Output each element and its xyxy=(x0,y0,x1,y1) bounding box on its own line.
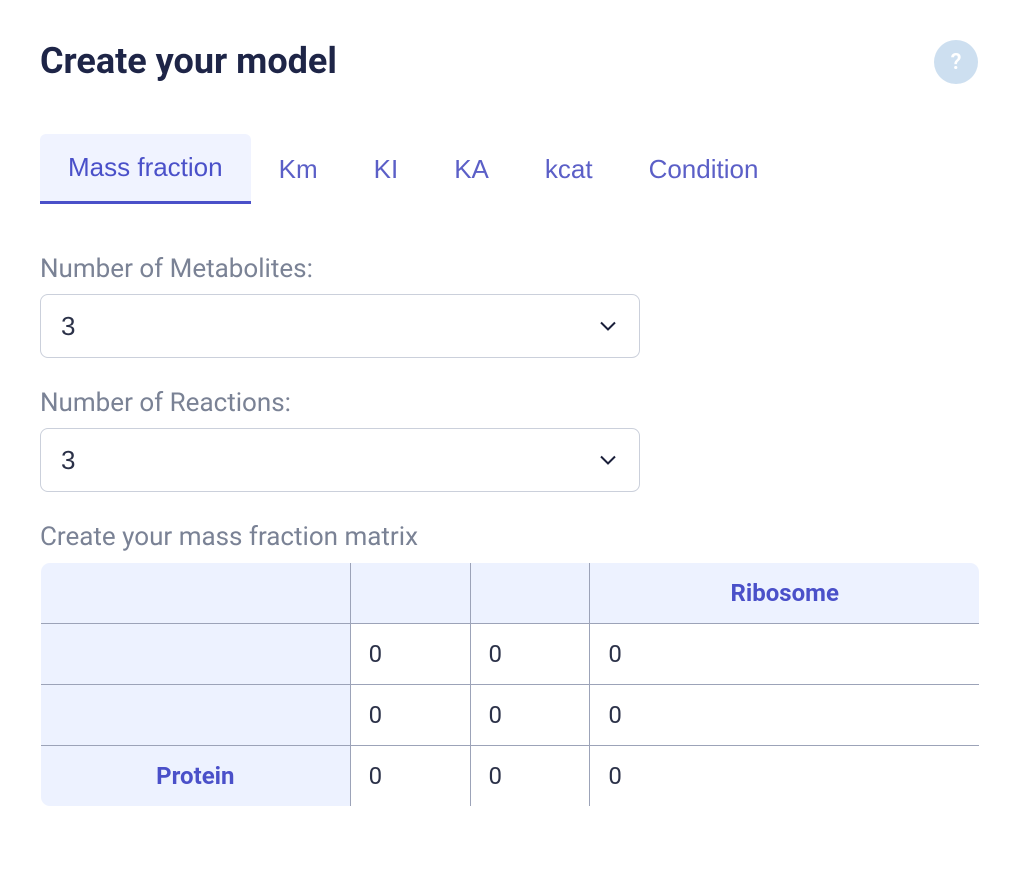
metabolites-select[interactable]: 3 xyxy=(40,294,640,358)
page-title: Create your model xyxy=(40,40,337,82)
row-header-0 xyxy=(41,624,351,685)
tab-condition[interactable]: Condition xyxy=(621,134,787,204)
cell[interactable]: 0 xyxy=(590,685,980,746)
cell[interactable]: 0 xyxy=(590,746,980,807)
cell[interactable]: 0 xyxy=(470,685,590,746)
help-icon[interactable]: ? xyxy=(934,40,978,84)
reactions-label: Number of Reactions: xyxy=(40,388,978,418)
cell[interactable]: 0 xyxy=(350,746,470,807)
cell[interactable]: 0 xyxy=(470,746,590,807)
col-header-0 xyxy=(41,563,351,624)
cell[interactable]: 0 xyxy=(470,624,590,685)
table-row: Protein 0 0 0 xyxy=(41,746,980,807)
reactions-select[interactable]: 3 xyxy=(40,428,640,492)
col-header-1 xyxy=(350,563,470,624)
row-header-2: Protein xyxy=(41,746,351,807)
row-header-1 xyxy=(41,685,351,746)
col-header-3: Ribosome xyxy=(590,563,980,624)
col-header-2 xyxy=(470,563,590,624)
matrix-table: Ribosome 0 0 0 0 0 0 Protein 0 0 0 xyxy=(40,562,980,807)
help-icon-label: ? xyxy=(951,50,962,75)
tab-ki[interactable]: KI xyxy=(346,134,427,204)
cell[interactable]: 0 xyxy=(590,624,980,685)
matrix-label: Create your mass fraction matrix xyxy=(40,522,978,552)
tab-km[interactable]: Km xyxy=(251,134,346,204)
cell[interactable]: 0 xyxy=(350,685,470,746)
table-row: 0 0 0 xyxy=(41,624,980,685)
tab-mass-fraction[interactable]: Mass fraction xyxy=(40,134,251,204)
tab-kcat[interactable]: kcat xyxy=(517,134,621,204)
tab-ka[interactable]: KA xyxy=(426,134,517,204)
tabs-container: Mass fraction Km KI KA kcat Condition xyxy=(40,134,978,204)
table-row: 0 0 0 xyxy=(41,685,980,746)
cell[interactable]: 0 xyxy=(350,624,470,685)
table-header-row: Ribosome xyxy=(41,563,980,624)
metabolites-label: Number of Metabolites: xyxy=(40,254,978,284)
